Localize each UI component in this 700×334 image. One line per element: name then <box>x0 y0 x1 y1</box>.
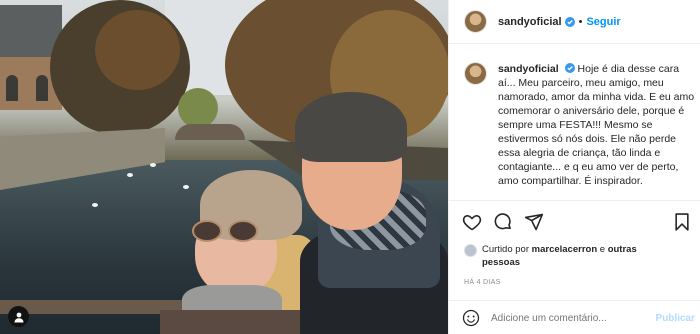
liked-by-connector: e <box>599 244 606 255</box>
heart-icon[interactable] <box>462 212 482 232</box>
photo-woman-coat <box>160 310 310 334</box>
photo-sunglasses <box>228 220 258 242</box>
post-details-pane: sandyoficial • Seguir sandyoficial Hoje … <box>448 0 700 334</box>
caption-text-block: sandyoficial Hoje é dia desse cara aí...… <box>498 62 696 188</box>
photo-swan <box>92 203 98 207</box>
avatar[interactable] <box>464 62 487 85</box>
verified-badge-icon <box>564 16 575 27</box>
verified-badge-icon <box>564 63 575 73</box>
follow-button[interactable]: Seguir <box>586 16 620 28</box>
share-icon[interactable] <box>524 212 544 232</box>
emoji-icon[interactable] <box>462 309 480 327</box>
caption-username[interactable]: sandyoficial <box>498 63 559 75</box>
post-actions: Curtido por marcelacerron e outras pesso… <box>449 200 700 334</box>
photo-swan <box>150 163 156 167</box>
photo-swan <box>127 173 133 177</box>
photo-tree <box>95 10 180 90</box>
comment-bar: Publicar <box>449 300 700 334</box>
post-header: sandyoficial • Seguir <box>449 0 700 44</box>
liked-by: Curtido por marcelacerron e outras pesso… <box>464 243 652 269</box>
comment-input[interactable] <box>491 312 651 324</box>
action-icons <box>462 212 694 234</box>
caption-text: Hoje é dia desse cara aí... Meu parceiro… <box>498 63 695 187</box>
username-link[interactable]: sandyoficial <box>498 16 562 28</box>
liked-by-user-link[interactable]: marcelacerron <box>532 244 597 255</box>
publish-button[interactable]: Publicar <box>656 313 695 324</box>
bookmark-icon[interactable] <box>672 212 692 232</box>
photo-tree <box>178 88 218 128</box>
photo-sunglasses <box>192 220 222 242</box>
photo-man-hair <box>295 92 407 162</box>
post-photo[interactable] <box>0 0 448 334</box>
photo-bridge <box>175 124 245 140</box>
avatar[interactable] <box>464 10 487 33</box>
photo-swan <box>183 185 189 189</box>
comment-icon[interactable] <box>493 212 513 232</box>
caption: sandyoficial Hoje é dia desse cara aí...… <box>464 62 696 188</box>
post-timestamp[interactable]: HÁ 4 DIAS <box>464 279 501 286</box>
liked-by-text: Curtido por marcelacerron e outras pesso… <box>482 243 652 269</box>
user-tag-icon[interactable] <box>8 306 29 327</box>
avatar[interactable] <box>464 244 477 257</box>
liked-by-prefix: Curtido por <box>482 244 529 255</box>
separator-dot: • <box>578 15 583 28</box>
